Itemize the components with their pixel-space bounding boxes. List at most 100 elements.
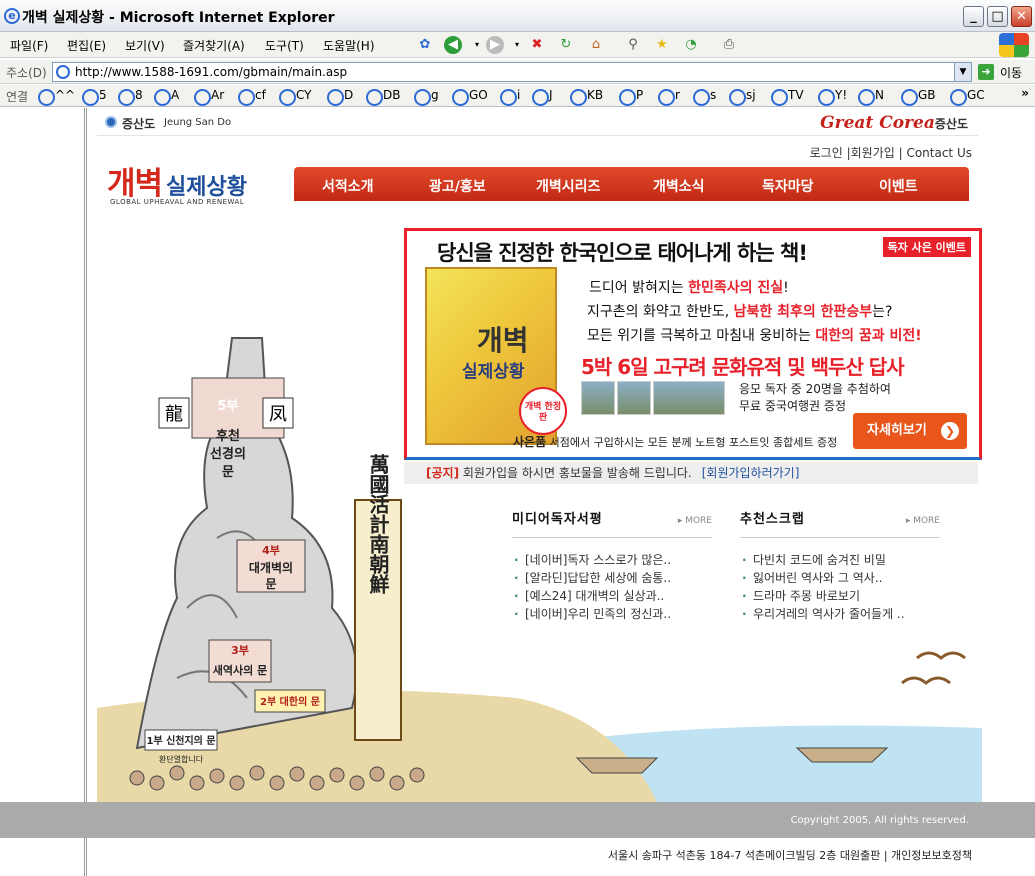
list-item[interactable]: 우리겨레의 역사가 줄어들게 .. xyxy=(740,605,940,623)
link-item[interactable]: Y! xyxy=(818,88,847,106)
limited-edition-seal: 개벽 한정판 xyxy=(519,387,567,435)
list-item[interactable]: 드라마 주몽 바로보기 xyxy=(740,587,940,605)
great-corea-logo[interactable]: Great Corea증산도 xyxy=(820,113,968,133)
book-promo-banner[interactable]: 당신을 진정한 한국인으로 태어나게 하는 책! 독자 사은 이벤트 개벽 실제… xyxy=(404,228,982,460)
link-item[interactable]: CY xyxy=(279,88,312,106)
site-logo[interactable]: 개벽 실제상황 GLOBAL UPHEAVAL AND RENEWAL xyxy=(107,158,247,206)
scroll-banner-text: 萬國活計南朝鮮 xyxy=(366,454,390,595)
join-link[interactable]: [회원가입하러가기] xyxy=(702,466,800,480)
search-icon[interactable]: ⚲ xyxy=(624,36,642,54)
link-item[interactable]: DB xyxy=(366,88,400,106)
nav-readers[interactable]: 독자마당 xyxy=(762,176,814,196)
nav-book-intro[interactable]: 서적소개 xyxy=(322,176,374,196)
refresh-icon[interactable]: ↻ xyxy=(557,36,575,54)
back-dropdown-icon[interactable]: ▾ xyxy=(468,36,486,54)
windows-logo xyxy=(999,33,1029,57)
logo-main: 개벽 xyxy=(107,166,163,202)
menu-bar: 파일(F) 편집(E) 보기(V) 즐겨찾기(A) 도구(T) 도움말(H) ✿… xyxy=(0,32,1035,58)
go-arrow-icon[interactable]: ➜ xyxy=(978,64,994,80)
link-item[interactable]: J xyxy=(532,88,553,106)
nav-series[interactable]: 개벽시리즈 xyxy=(536,176,600,196)
link-item[interactable]: cf xyxy=(238,88,266,106)
home-icon[interactable]: ⌂ xyxy=(587,36,605,54)
address-url[interactable]: http://www.1588-1691.com/gbmain/main.asp xyxy=(75,65,347,79)
go-button[interactable]: 이동 xyxy=(1000,64,1022,81)
back-icon[interactable]: ◀ xyxy=(444,36,462,54)
gate4-line2: 대개벽의 xyxy=(249,560,293,575)
trip-offer: 5박 6일 고구려 문화유적 및 백두산 답사 xyxy=(581,355,905,379)
brand-english[interactable]: Jeung San Do xyxy=(164,117,231,128)
links-label: 연결 xyxy=(6,90,29,104)
forward-icon[interactable]: ▶ xyxy=(486,36,504,54)
menu-edit[interactable]: 편집(E) xyxy=(67,37,106,54)
link-item[interactable]: GC xyxy=(950,88,985,106)
trip-photo xyxy=(581,381,615,415)
forward-dropdown-icon[interactable]: ▾ xyxy=(508,36,526,54)
gate5-line2: 후천 xyxy=(216,428,240,444)
media-reviews-section: 미디어독자서평 ▸ MORE [네이버]독자 스스로가 많은.. [알라딘]답답… xyxy=(512,508,712,623)
history-icon[interactable]: ◔ xyxy=(682,36,700,54)
links-more-chevron[interactable]: » xyxy=(1021,86,1029,100)
link-item[interactable]: P xyxy=(619,88,643,106)
print-icon[interactable]: ⎙ xyxy=(720,36,738,54)
link-item[interactable]: Ar xyxy=(194,88,224,106)
page-icon xyxy=(56,65,70,79)
close-button[interactable]: ✕ xyxy=(1011,6,1032,27)
site-top-strip: 증산도 Jeung San Do Great Corea증산도 xyxy=(97,108,978,136)
link-item[interactable]: KB xyxy=(570,88,603,106)
address-bar: 주소(D) http://www.1588-1691.com/gbmain/ma… xyxy=(0,60,1035,84)
link-item[interactable]: GB xyxy=(901,88,936,106)
link-item[interactable]: TV xyxy=(771,88,804,106)
gate5-line4: 문 xyxy=(222,465,234,480)
list-item[interactable]: [네이버]우리 민족의 정신과.. xyxy=(512,605,712,623)
nav-events[interactable]: 이벤트 xyxy=(879,176,918,196)
crane-bird xyxy=(916,651,966,660)
link-item[interactable]: N xyxy=(858,88,884,106)
web-page: 증산도 Jeung San Do Great Corea증산도 개벽 실제상황 G… xyxy=(0,108,1035,876)
menu-file[interactable]: 파일(F) xyxy=(10,37,48,54)
link-item[interactable]: s xyxy=(693,88,716,106)
list-item[interactable]: [네이버]독자 스스로가 많은.. xyxy=(512,551,712,569)
menu-view[interactable]: 보기(V) xyxy=(125,37,165,54)
menu-help[interactable]: 도움말(H) xyxy=(323,37,375,54)
nav-news[interactable]: 개벽소식 xyxy=(653,176,705,196)
minimize-button[interactable]: _ xyxy=(963,6,984,27)
company-address[interactable]: 서울시 송파구 석촌동 184-7 석촌메이크빌딩 2층 대원출판 | 개인정보… xyxy=(608,847,972,863)
maximize-button[interactable]: □ xyxy=(987,6,1008,27)
menu-favorites[interactable]: 즐겨찾기(A) xyxy=(183,37,245,54)
list-item[interactable]: 잃어버린 역사와 그 역사.. xyxy=(740,569,940,587)
link-item[interactable]: g xyxy=(414,88,439,106)
favorites-icon[interactable]: ★ xyxy=(653,36,671,54)
address-dropdown-icon[interactable]: ▼ xyxy=(954,63,971,81)
list-item[interactable]: [예스24] 대개벽의 실상과.. xyxy=(512,587,712,605)
brand-korean[interactable]: 증산도 xyxy=(122,115,155,132)
link-item[interactable]: r xyxy=(658,88,680,106)
link-item[interactable]: A xyxy=(154,88,179,106)
link-item[interactable]: 5 xyxy=(82,88,107,106)
address-field[interactable]: http://www.1588-1691.com/gbmain/main.asp… xyxy=(52,62,972,82)
link-item[interactable]: ^^ xyxy=(38,88,75,106)
gate5-line3: 선경의 xyxy=(210,446,246,462)
banner-line-1: 드디어 밝혀지는 한민족사의 진실! xyxy=(589,280,789,296)
list-item[interactable]: 다빈치 코드에 숨겨진 비밀 xyxy=(740,551,940,569)
menu-tools[interactable]: 도구(T) xyxy=(265,37,304,54)
recommended-title: 추천스크랩 ▸ MORE xyxy=(740,508,940,538)
recommended-more[interactable]: ▸ MORE xyxy=(906,516,940,526)
link-item[interactable]: D xyxy=(327,88,353,106)
account-links[interactable]: 로그인 |회원가입 | Contact Us xyxy=(810,144,972,161)
link-item[interactable]: i xyxy=(500,88,520,106)
media-reviews-more[interactable]: ▸ MORE xyxy=(678,516,712,526)
link-item[interactable]: 8 xyxy=(118,88,143,106)
gate3-line1: 3부 xyxy=(231,644,249,657)
raffle-text: 응모 독자 중 20명을 추첨하여 무료 중국여행권 증정 xyxy=(739,382,891,413)
link-item[interactable]: sj xyxy=(729,88,756,106)
jeungsando-logo-icon xyxy=(105,116,117,128)
view-details-button[interactable]: 자세히보기 ❯ xyxy=(853,413,967,449)
gate3-line2: 새역사의 문 xyxy=(213,663,267,677)
link-item[interactable]: GO xyxy=(452,88,488,106)
gate5-line1: 5부 xyxy=(217,399,238,414)
msn-icon[interactable]: ✿ xyxy=(416,36,434,54)
stop-icon[interactable]: ✖ xyxy=(528,36,546,54)
list-item[interactable]: [알라딘]답답한 세상에 숨통.. xyxy=(512,569,712,587)
nav-promotion[interactable]: 광고/홍보 xyxy=(429,176,486,196)
